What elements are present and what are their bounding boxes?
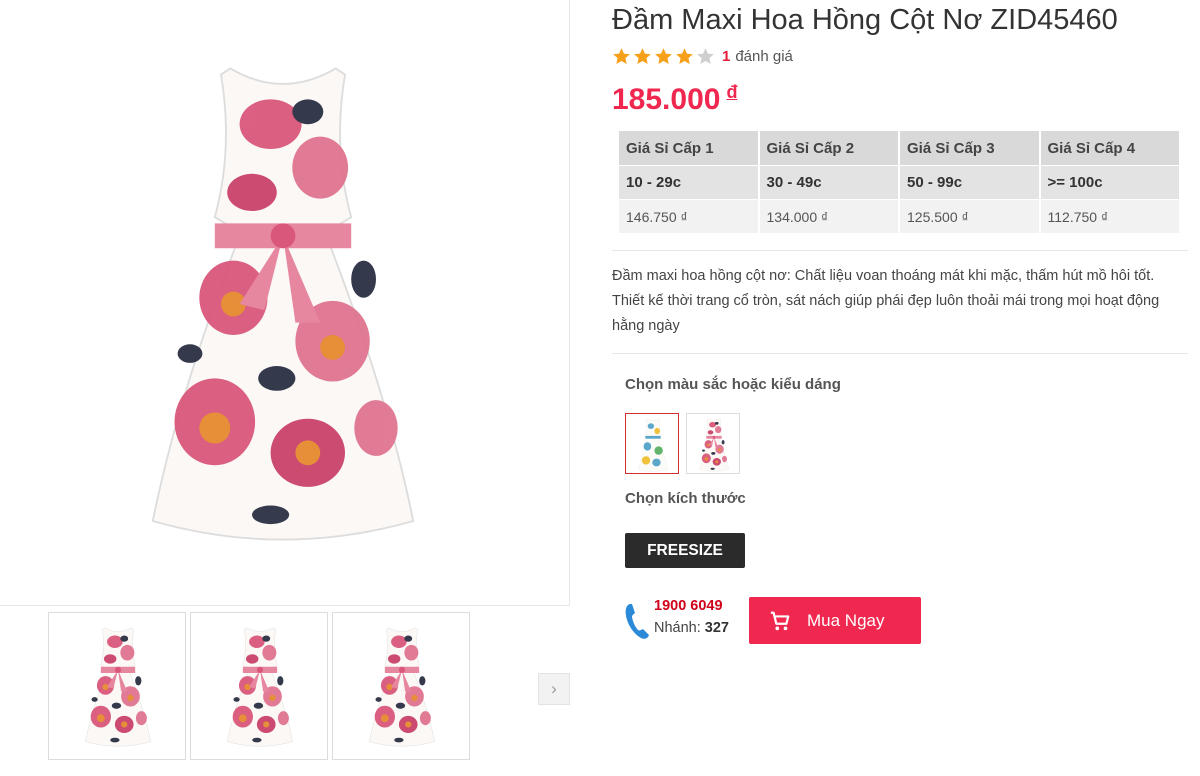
extension-label: Nhánh: xyxy=(654,620,701,636)
main-product-image[interactable] xyxy=(0,0,570,606)
price-cell: 134.000 ₫ xyxy=(759,199,898,233)
table-header-cell: Giá Sỉ Cấp 3 xyxy=(900,131,1039,165)
swatch-pink-floral[interactable] xyxy=(686,413,740,474)
table-row: 10 - 29c 30 - 49c 50 - 99c >= 100c xyxy=(619,165,1179,199)
hotline-extension: Nhánh: 327 xyxy=(654,620,729,636)
quantity-cell: 30 - 49c xyxy=(759,165,898,199)
cart-icon xyxy=(770,611,790,630)
star-icon xyxy=(634,47,651,64)
swatch-blue-floral[interactable] xyxy=(625,413,679,474)
size-freesize-button[interactable]: FREESIZE xyxy=(625,533,745,568)
divider xyxy=(612,250,1188,251)
price-amount: 185.000 xyxy=(612,83,721,116)
divider xyxy=(612,353,1188,354)
thumbnail-front[interactable] xyxy=(48,612,186,760)
phone-icon xyxy=(625,604,649,639)
star-icon xyxy=(655,47,672,64)
product-description: Đầm maxi hoa hồng cột nơ: Chất liệu voan… xyxy=(612,268,1160,334)
table-header-row: Giá Sỉ Cấp 1 Giá Sỉ Cấp 2 Giá Sỉ Cấp 3 G… xyxy=(619,131,1179,165)
product-price: 185.000 đ xyxy=(612,82,737,117)
extension-value: 327 xyxy=(704,620,729,636)
dress-image xyxy=(151,66,415,542)
table-row: 146.750 ₫ 134.000 ₫ 125.500 ₫ 112.750 ₫ xyxy=(619,199,1179,233)
quantity-cell: >= 100c xyxy=(1040,165,1179,199)
hotline-number[interactable]: 1900 6049 xyxy=(654,598,723,614)
thumbnail-back[interactable] xyxy=(332,612,470,760)
chevron-right-icon[interactable]: › xyxy=(538,673,570,705)
product-rating[interactable]: 1 đánh giá xyxy=(612,45,793,67)
color-option-label: Chọn màu sắc hoặc kiểu dáng xyxy=(625,376,841,393)
size-option-label: Chọn kích thước xyxy=(625,490,746,507)
buy-now-label: Mua Ngay xyxy=(807,610,885,630)
star-rating xyxy=(612,47,717,66)
table-header-cell: Giá Sỉ Cấp 2 xyxy=(759,131,898,165)
buy-now-button[interactable]: Mua Ngay xyxy=(749,597,921,644)
thumbnail-side[interactable] xyxy=(190,612,328,760)
table-header-cell: Giá Sỉ Cấp 4 xyxy=(1040,131,1179,165)
quantity-cell: 10 - 29c xyxy=(619,165,758,199)
rating-count: 1 xyxy=(722,47,731,65)
price-currency: đ xyxy=(726,82,738,102)
rating-label: đánh giá xyxy=(735,47,793,65)
star-icon xyxy=(676,47,693,64)
quantity-cell: 50 - 99c xyxy=(900,165,1039,199)
star-icon xyxy=(613,47,630,64)
product-title: Đầm Maxi Hoa Hồng Cột Nơ ZID45460 xyxy=(612,4,1118,36)
price-cell: 146.750 ₫ xyxy=(619,199,758,233)
price-cell: 125.500 ₫ xyxy=(900,199,1039,233)
wholesale-price-table: Giá Sỉ Cấp 1 Giá Sỉ Cấp 2 Giá Sỉ Cấp 3 G… xyxy=(617,131,1181,233)
table-header-cell: Giá Sỉ Cấp 1 xyxy=(619,131,758,165)
price-cell: 112.750 ₫ xyxy=(1040,199,1179,233)
star-icon xyxy=(697,47,714,64)
